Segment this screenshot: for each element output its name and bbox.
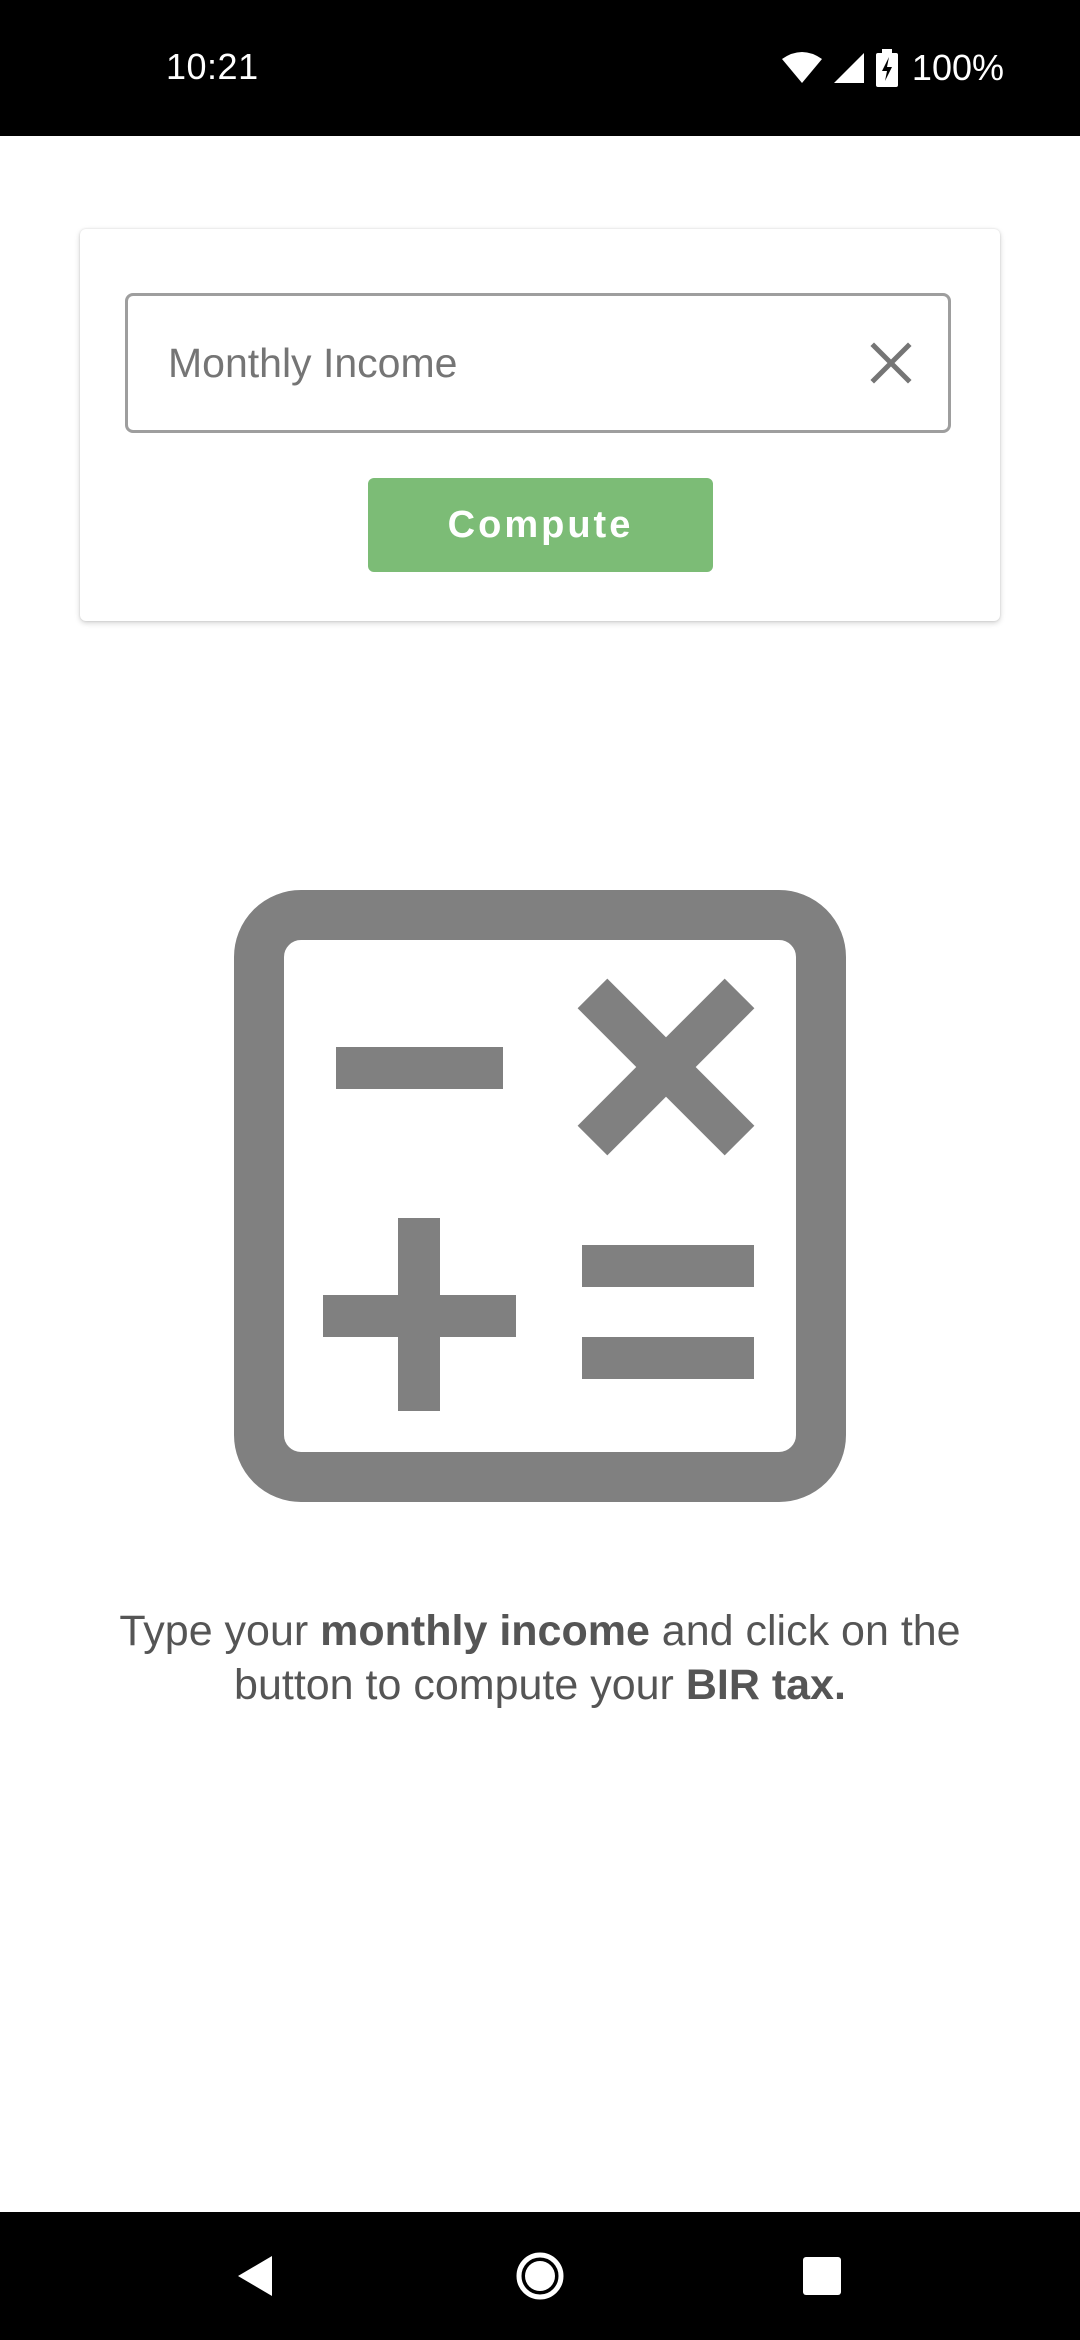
status-time: 10:21 [166,46,259,87]
recents-icon[interactable] [792,2246,852,2306]
main-content: Compute Type your monthly income and cli… [0,136,1080,2212]
battery-charging-icon [875,49,898,87]
battery-percentage: 100% [911,47,1004,88]
back-icon[interactable] [226,2246,286,2306]
monthly-income-field [125,293,951,433]
status-icons: 100% [781,44,1004,92]
home-icon[interactable] [510,2246,570,2306]
signal-icon [833,53,864,83]
close-icon[interactable] [866,338,916,388]
monthly-income-input[interactable] [166,322,810,404]
instruction-bold-income: monthly income [320,1607,650,1655]
instruction-text: Type your monthly income and click on th… [119,1607,961,1709]
status-bar: 10:21 100% [0,0,1080,136]
navigation-bar [0,2212,1080,2340]
compute-button[interactable]: Compute [368,478,713,572]
instruction-bold-tax: BIR tax. [685,1661,846,1709]
calculator-icon [234,890,846,1502]
wifi-icon [781,52,822,83]
income-card: Compute [80,229,1000,621]
